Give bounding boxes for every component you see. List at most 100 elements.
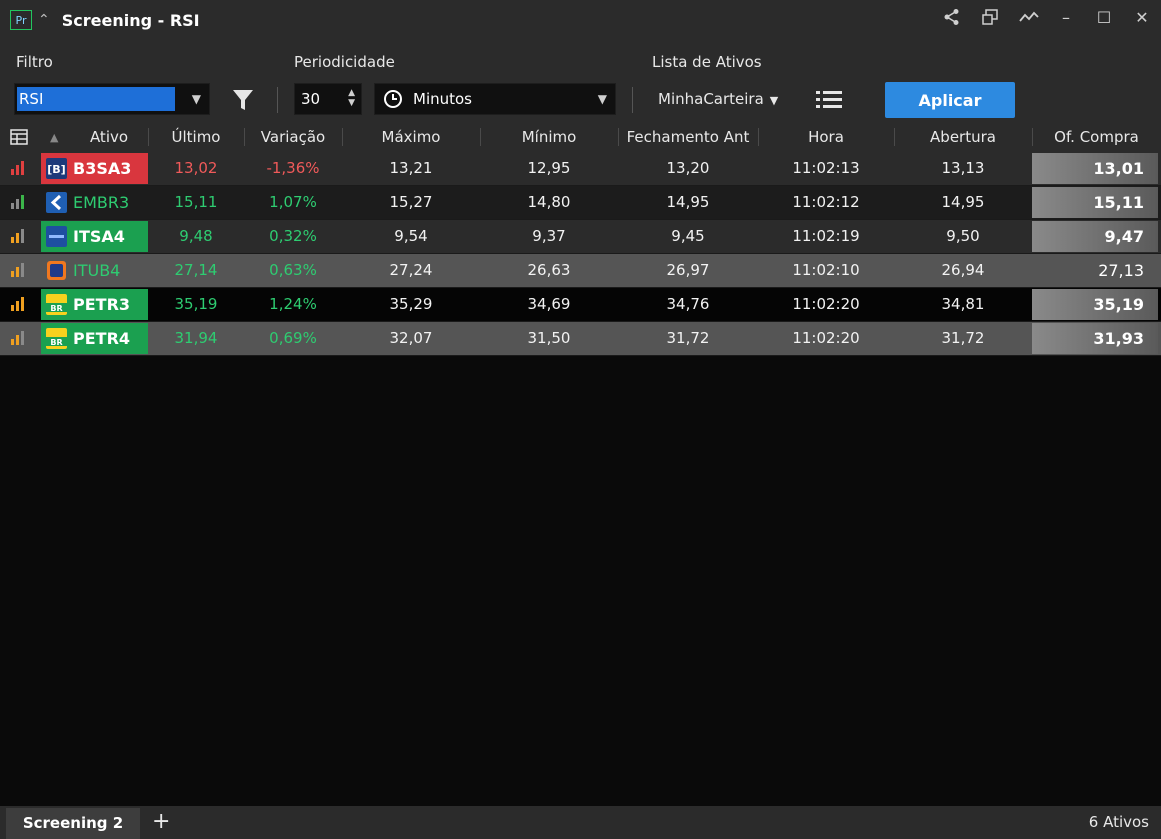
share-icon[interactable] bbox=[943, 8, 961, 30]
cell-minimo: 26,63 bbox=[527, 261, 571, 279]
cell-variacao: 0,69% bbox=[269, 329, 317, 347]
funnel-icon[interactable] bbox=[232, 88, 254, 112]
cell-fechamento: 9,45 bbox=[671, 227, 705, 245]
asset-ticker: PETR3 bbox=[73, 295, 131, 314]
col-minimo[interactable]: Mínimo bbox=[480, 122, 618, 152]
maximize-icon[interactable]: ☐ bbox=[1095, 8, 1113, 30]
cell-ultimo: 9,48 bbox=[179, 227, 213, 245]
asset-cell[interactable]: [B] B3SA3 bbox=[41, 153, 148, 184]
asset-cell[interactable]: ITUB4 bbox=[41, 255, 148, 286]
svg-text:BR: BR bbox=[50, 304, 62, 313]
cell-variacao: 1,07% bbox=[269, 193, 317, 211]
cell-of-compra: 35,19 bbox=[1032, 289, 1158, 320]
petrobras-logo-icon: BR bbox=[46, 294, 67, 315]
table-row[interactable]: BR PETR4 31,94 0,69% 32,07 31,50 31,72 1… bbox=[0, 322, 1161, 356]
table-row[interactable]: BR PETR3 35,19 1,24% 35,29 34,69 34,76 1… bbox=[0, 288, 1161, 322]
cell-variacao: 0,32% bbox=[269, 227, 317, 245]
apply-button[interactable]: Aplicar bbox=[885, 82, 1015, 118]
cell-ultimo: 27,14 bbox=[174, 261, 218, 279]
stepper-arrows-icon[interactable]: ▲ ▼ bbox=[348, 88, 355, 108]
cell-ultimo: 13,02 bbox=[174, 159, 218, 177]
embraer-logo-icon bbox=[46, 192, 67, 213]
table-row[interactable]: [B] B3SA3 13,02 -1,36% 13,21 12,95 13,20… bbox=[0, 152, 1161, 186]
asset-cell[interactable]: BR PETR3 bbox=[41, 289, 148, 320]
separator bbox=[632, 87, 633, 113]
filter-label: Filtro bbox=[16, 53, 53, 71]
footer-bar: Screening 2 + 6 Ativos bbox=[0, 806, 1161, 839]
asset-cell[interactable]: EMBR3 bbox=[41, 187, 148, 218]
cell-ultimo: 35,19 bbox=[174, 295, 218, 313]
table-row[interactable]: EMBR3 15,11 1,07% 15,27 14,80 14,95 11:0… bbox=[0, 186, 1161, 220]
cell-minimo: 14,80 bbox=[527, 193, 571, 211]
col-fechamento[interactable]: Fechamento Ant bbox=[618, 122, 758, 152]
asset-cell[interactable]: BR PETR4 bbox=[41, 323, 148, 354]
columns-config-icon[interactable] bbox=[10, 129, 28, 145]
cell-abertura: 34,81 bbox=[941, 295, 985, 313]
cell-abertura: 13,13 bbox=[941, 159, 985, 177]
cell-hora: 11:02:20 bbox=[792, 329, 860, 347]
cell-maximo: 13,21 bbox=[389, 159, 433, 177]
signal-bars-icon bbox=[11, 229, 24, 243]
chart-icon[interactable] bbox=[1019, 8, 1039, 30]
cell-hora: 11:02:12 bbox=[792, 193, 860, 211]
filter-select[interactable]: RSI ▼ bbox=[14, 83, 210, 115]
period-unit-value: Minutos bbox=[413, 90, 472, 108]
cell-maximo: 27,24 bbox=[389, 261, 433, 279]
period-value: 30 bbox=[301, 90, 321, 108]
cell-fechamento: 14,95 bbox=[666, 193, 710, 211]
cell-fechamento: 34,76 bbox=[666, 295, 710, 313]
cell-maximo: 32,07 bbox=[389, 329, 433, 347]
cell-minimo: 34,69 bbox=[527, 295, 571, 313]
col-abertura[interactable]: Abertura bbox=[894, 122, 1032, 152]
cell-ultimo: 31,94 bbox=[174, 329, 218, 347]
list-label: Lista de Ativos bbox=[652, 53, 762, 71]
cell-maximo: 35,29 bbox=[389, 295, 433, 313]
asset-cell[interactable]: ITSA4 bbox=[41, 221, 148, 252]
cell-abertura: 26,94 bbox=[941, 261, 985, 279]
signal-bars-icon bbox=[11, 161, 24, 175]
tab-screening-2[interactable]: Screening 2 bbox=[6, 808, 140, 839]
list-icon[interactable] bbox=[816, 89, 842, 111]
chevron-down-icon[interactable]: ▼ bbox=[192, 92, 201, 106]
asset-ticker: B3SA3 bbox=[73, 159, 132, 178]
itausa-logo-icon bbox=[46, 226, 67, 247]
asset-list-select[interactable]: MinhaCarteira ▼ bbox=[658, 90, 778, 108]
cell-hora: 11:02:19 bbox=[792, 227, 860, 245]
cell-variacao: 0,63% bbox=[269, 261, 317, 279]
cell-of-compra: 31,93 bbox=[1032, 323, 1158, 354]
col-hora[interactable]: Hora bbox=[758, 122, 894, 152]
popout-icon[interactable] bbox=[981, 8, 999, 30]
col-of-compra[interactable]: Of. Compra bbox=[1032, 122, 1161, 152]
cell-hora: 11:02:10 bbox=[792, 261, 860, 279]
cell-minimo: 9,37 bbox=[532, 227, 566, 245]
itau-logo-icon bbox=[47, 261, 66, 280]
chevron-down-icon[interactable]: ▼ bbox=[598, 92, 607, 106]
cell-maximo: 15,27 bbox=[389, 193, 433, 211]
cell-of-compra: 13,01 bbox=[1032, 153, 1158, 184]
window-controls: – ☐ ✕ bbox=[943, 8, 1151, 30]
app-logo: Pr bbox=[10, 10, 32, 30]
cell-minimo: 12,95 bbox=[527, 159, 571, 177]
cell-hora: 11:02:13 bbox=[792, 159, 860, 177]
collapse-icon[interactable]: ⌃ bbox=[38, 12, 50, 28]
period-unit-select[interactable]: Minutos ▼ bbox=[374, 83, 616, 115]
col-variacao[interactable]: Variação bbox=[244, 122, 342, 152]
minimize-icon[interactable]: – bbox=[1057, 8, 1075, 30]
col-ultimo[interactable]: Último bbox=[148, 122, 244, 152]
sort-asc-icon: ▲ bbox=[50, 131, 59, 144]
col-maximo[interactable]: Máximo bbox=[342, 122, 480, 152]
period-label: Periodicidade bbox=[294, 53, 395, 71]
cell-of-compra: 9,47 bbox=[1032, 221, 1158, 252]
table-row[interactable]: ITUB4 27,14 0,63% 27,24 26,63 26,97 11:0… bbox=[0, 254, 1161, 288]
cell-fechamento: 26,97 bbox=[666, 261, 710, 279]
cell-variacao: -1,36% bbox=[266, 159, 320, 177]
period-stepper[interactable]: 30 ▲ ▼ bbox=[294, 83, 362, 115]
table-body: [B] B3SA3 13,02 -1,36% 13,21 12,95 13,20… bbox=[0, 152, 1161, 356]
cell-variacao: 1,24% bbox=[269, 295, 317, 313]
table-row[interactable]: ITSA4 9,48 0,32% 9,54 9,37 9,45 11:02:19… bbox=[0, 220, 1161, 254]
close-icon[interactable]: ✕ bbox=[1133, 8, 1151, 30]
toolbar: Filtro Periodicidade Lista de Ativos RSI… bbox=[0, 40, 1161, 122]
add-tab-icon[interactable]: + bbox=[152, 809, 170, 835]
col-ativo[interactable]: Ativo bbox=[70, 122, 148, 152]
cell-maximo: 9,54 bbox=[394, 227, 428, 245]
